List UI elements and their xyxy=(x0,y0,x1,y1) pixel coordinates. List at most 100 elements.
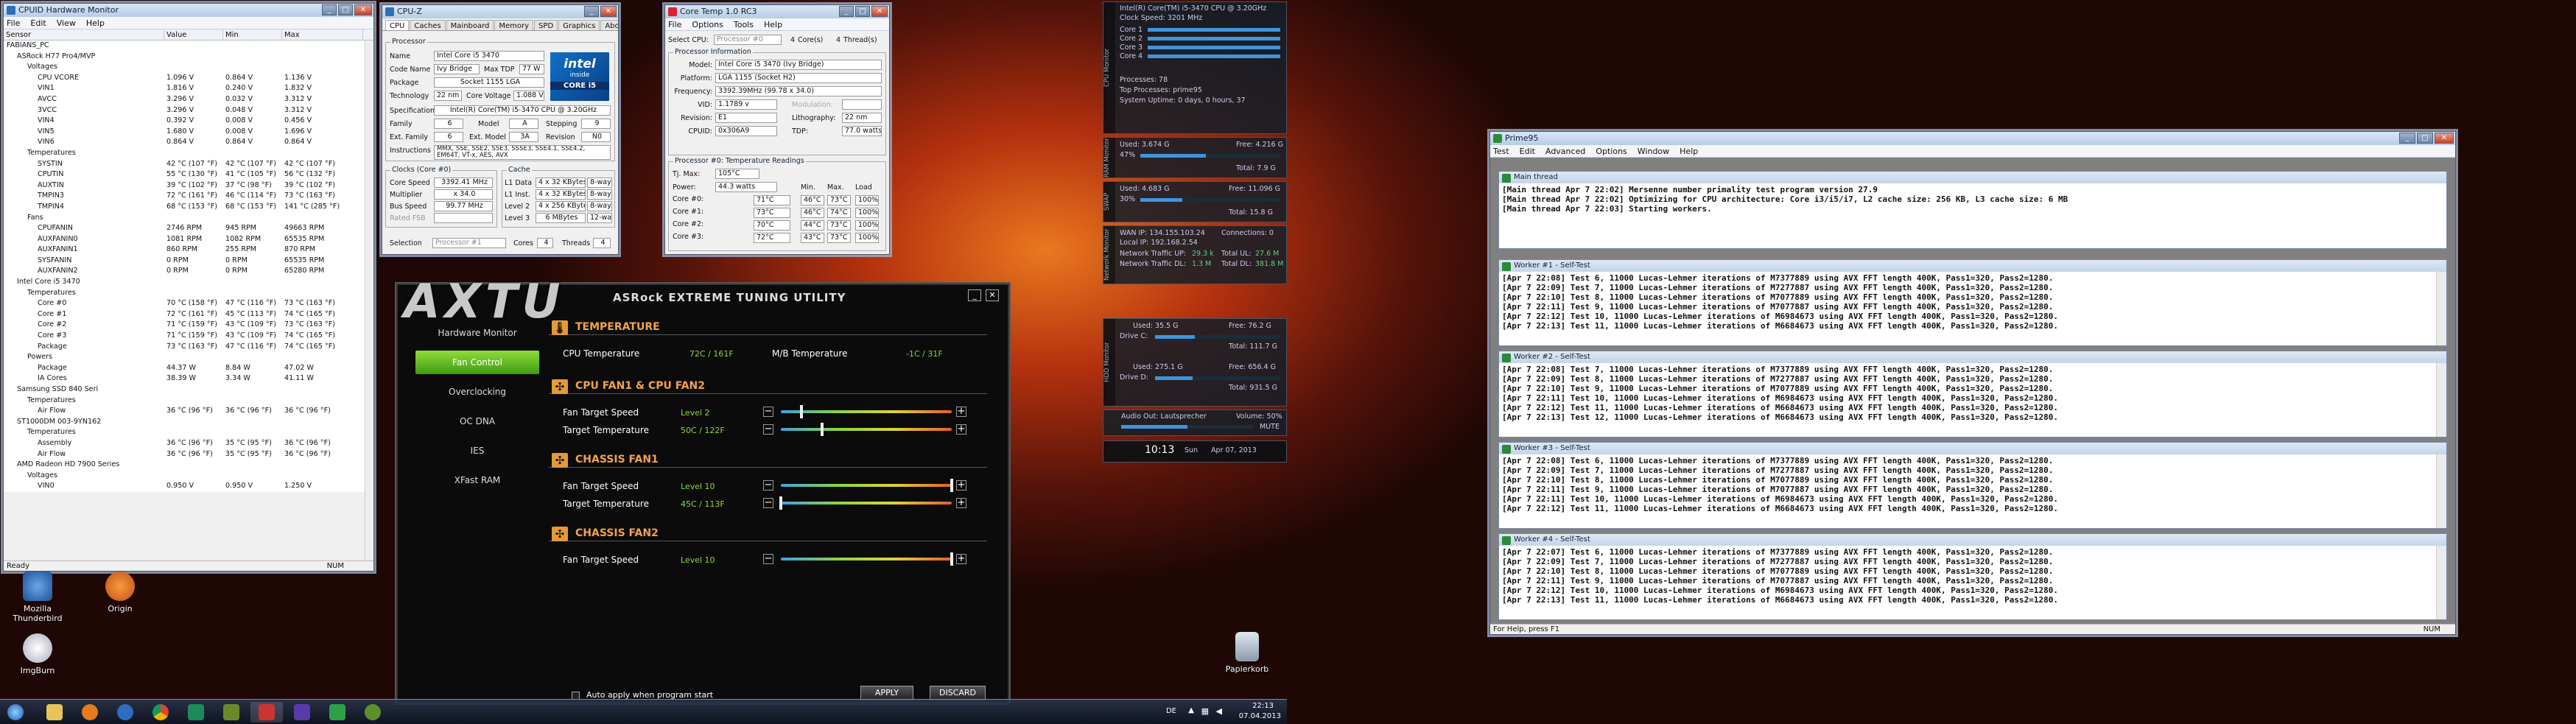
cpu-fan-temp-slider[interactable] xyxy=(781,423,952,436)
sensor-row[interactable]: Package 44.37 W 8.84 W 47.02 W xyxy=(4,362,373,374)
taskbar-coretemp[interactable] xyxy=(180,702,212,723)
sensor-row[interactable]: Temperatures xyxy=(4,287,373,299)
network-tray-icon[interactable]: ▦ xyxy=(1201,706,1209,716)
nav-xfast-ram[interactable]: XFast RAM xyxy=(415,465,539,495)
close-button[interactable]: ✕ xyxy=(871,6,888,17)
sensor-row[interactable]: ST1000DM 003-9YN162 xyxy=(4,416,373,428)
nav-fan-control[interactable]: Fan Control xyxy=(415,351,539,374)
desktop-icon-thunderbird[interactable]: Mozilla Thunderbird xyxy=(6,572,69,623)
sensor-row[interactable]: CPUFANIN 2746 RPM 945 RPM 49663 RPM xyxy=(4,223,373,234)
taskbar-axtu[interactable] xyxy=(250,702,283,723)
chassis-fan1-temp-minus[interactable]: − xyxy=(763,498,773,508)
prime95-titlebar[interactable]: Prime95 _ □ ✕ xyxy=(1490,132,2455,145)
sensor-row[interactable]: Assembly 36 °C (96 °F) 35 °C (95 °F) 36 °C … xyxy=(4,437,373,449)
menu-help[interactable]: Help xyxy=(86,18,105,28)
tab-about[interactable]: About xyxy=(600,20,618,30)
tab-cpu[interactable]: CPU xyxy=(385,20,410,30)
menu-file[interactable]: File xyxy=(7,18,20,28)
sensor-row[interactable]: TMPIN4 68 °C (153 °F) 68 °C (153 °F) 141 °C… xyxy=(4,201,373,213)
audio-gadget[interactable]: Audio Out: Lautsprecher Volume: 50% MUTE xyxy=(1103,410,1287,436)
sensor-row[interactable]: ASRock H77 Pro4/MVP xyxy=(4,51,373,63)
minimize-button[interactable]: _ xyxy=(322,4,337,15)
sensor-row[interactable]: Air Flow 36 °C (96 °F) 35 °C (95 °F) 36 °C … xyxy=(4,449,373,460)
main-thread-window[interactable]: Main thread [Main thread Apr 7 22:02] Me… xyxy=(1498,171,2447,249)
taskbar-hwmonitor[interactable] xyxy=(286,702,318,723)
taskbar-origin[interactable] xyxy=(357,702,389,723)
sensor-row[interactable]: Voltages xyxy=(4,62,373,73)
apply-button[interactable]: APPLY xyxy=(860,686,913,700)
col-value[interactable]: Value xyxy=(164,29,223,40)
main-thread-titlebar[interactable]: Main thread xyxy=(1499,172,2446,183)
sensor-row[interactable]: FABIANS_PC xyxy=(4,41,373,52)
sensor-row[interactable]: IA Cores 38.39 W 3.34 W 41.11 W xyxy=(4,373,373,384)
col-min[interactable]: Min xyxy=(223,29,282,40)
hwmonitor-window[interactable]: CPUID Hardware Monitor _ □ ✕ File Edit View H… xyxy=(3,3,374,572)
menu-view[interactable]: View xyxy=(57,18,76,28)
taskbar-chrome[interactable] xyxy=(144,702,177,723)
chassis-fan2-speed-minus[interactable]: − xyxy=(763,554,773,564)
cpuz-window[interactable]: CPU-Z _ ✕ CPU Caches Mainboard Memory SPD Grap… xyxy=(382,4,619,255)
sensor-row[interactable]: TMPIN3 72 °C (161 °F) 46 °C (114 °F) 73 °C … xyxy=(4,191,373,202)
worker-scrollbar[interactable] xyxy=(2436,546,2446,619)
cpu-fan-speed-slider[interactable] xyxy=(781,405,952,418)
chassis-fan2-speed-plus[interactable]: + xyxy=(956,554,966,564)
taskbar-media-player[interactable] xyxy=(74,702,106,723)
menu-file[interactable]: File xyxy=(668,20,681,29)
sensor-row[interactable]: VIN6 0.864 V 0.864 V 0.864 V xyxy=(4,137,373,148)
sensor-row[interactable]: Core #0 70 °C (158 °F) 47 °C (116 °F) 73 °C… xyxy=(4,298,373,309)
taskbar-cpuz[interactable] xyxy=(215,702,248,723)
worker-window[interactable]: Worker #4 - Self-Test [Apr 7 22:07] Test … xyxy=(1498,533,2447,620)
tab-caches[interactable]: Caches xyxy=(410,20,446,30)
sensor-row[interactable]: Samsung SSD 840 Seri xyxy=(4,384,373,396)
minimize-button[interactable]: _ xyxy=(2399,133,2415,144)
sensor-row[interactable]: Core #3 71 °C (159 °F) 43 °C (109 °F) 74 °C… xyxy=(4,331,373,342)
maximize-button[interactable]: □ xyxy=(2417,133,2433,144)
menu-edit[interactable]: Edit xyxy=(30,18,46,28)
sensor-row[interactable]: CPU VCORE 1.096 V 0.864 V 1.136 V xyxy=(4,72,373,84)
sensor-row[interactable]: 3VCC 3.296 V 0.048 V 3.312 V xyxy=(4,105,373,116)
cpu-fan-speed-plus[interactable]: + xyxy=(956,407,966,417)
worker-titlebar[interactable]: Worker #4 - Self-Test xyxy=(1499,534,2446,546)
cpu-fan-speed-minus[interactable]: − xyxy=(763,407,773,417)
taskbar-prime95[interactable] xyxy=(321,702,354,723)
sensor-row[interactable]: VIN4 0.392 V 0.008 V 0.456 V xyxy=(4,116,373,127)
sensor-row[interactable]: Temperatures xyxy=(4,395,373,407)
swap-meter-gadget[interactable]: SWAP Used: 4.683 G Free: 11.096 G 30% Tot… xyxy=(1103,181,1287,222)
hwmonitor-titlebar[interactable]: CPUID Hardware Monitor _ □ ✕ xyxy=(4,4,373,17)
cpu-fan-temp-minus[interactable]: − xyxy=(763,424,773,435)
col-sensor[interactable]: Sensor xyxy=(4,29,164,40)
sensor-row[interactable]: Fans xyxy=(4,212,373,224)
sensor-tree[interactable]: FABIANS_PC ASRock H77 Pro4/MVP Voltages CPU… xyxy=(4,41,373,492)
sensor-row[interactable]: Core #2 71 °C (159 °F) 43 °C (109 °F) 73 °C… xyxy=(4,320,373,331)
menu-options[interactable]: Options xyxy=(1596,147,1626,156)
discard-button[interactable]: DISCARD xyxy=(930,686,986,700)
chassis-fan2-speed-handle[interactable] xyxy=(950,552,953,566)
sensor-row[interactable]: AVCC 3.296 V 0.032 V 3.312 V xyxy=(4,94,373,105)
hwmonitor-scrollbar[interactable] xyxy=(365,41,373,560)
sensor-row[interactable]: Temperatures xyxy=(4,427,373,438)
tray-date[interactable]: 07.04.2013 xyxy=(1239,712,1281,720)
desktop-icon-origin[interactable]: Origin xyxy=(88,572,152,614)
tab-spd[interactable]: SPD xyxy=(534,20,558,30)
chassis-fan2-speed-slider[interactable] xyxy=(781,552,953,566)
nav-overclocking[interactable]: Overclocking xyxy=(415,377,539,407)
selection-dropdown[interactable]: Processor #1 xyxy=(432,238,506,248)
sensor-row[interactable]: SYSTIN 42 °C (107 °F) 42 °C (107 °F) 42 °C … xyxy=(4,158,373,170)
cpuz-titlebar[interactable]: CPU-Z _ ✕ xyxy=(382,5,618,18)
chassis-fan1-speed-minus[interactable]: − xyxy=(763,480,773,491)
volume-tray-icon[interactable]: ◀ xyxy=(1216,706,1222,716)
language-indicator[interactable]: DE xyxy=(1166,707,1176,715)
sensor-row[interactable]: Air Flow 36 °C (96 °F) 36 °C (96 °F) 36 °C … xyxy=(4,406,373,417)
chassis-fan1-temp-plus[interactable]: + xyxy=(956,498,966,508)
col-max[interactable]: Max xyxy=(282,29,363,40)
sensor-row[interactable]: AUXFANIN1 860 RPM 255 RPM 870 RPM xyxy=(4,245,373,256)
menu-help[interactable]: Help xyxy=(764,20,782,29)
menu-test[interactable]: Test xyxy=(1493,147,1509,156)
nav-oc-dna[interactable]: OC DNA xyxy=(415,407,539,436)
sensor-row[interactable]: Package 73 °C (163 °F) 47 °C (116 °F) 74 °C… xyxy=(4,341,373,353)
menu-edit[interactable]: Edit xyxy=(1520,147,1535,156)
minimize-button[interactable]: _ xyxy=(839,6,854,17)
menu-window[interactable]: Window xyxy=(1638,147,1669,156)
worker-scrollbar[interactable] xyxy=(2436,272,2446,345)
sensor-row[interactable]: AUXTIN 39 °C (102 °F) 37 °C (98 °F) 39 °C (… xyxy=(4,180,373,191)
